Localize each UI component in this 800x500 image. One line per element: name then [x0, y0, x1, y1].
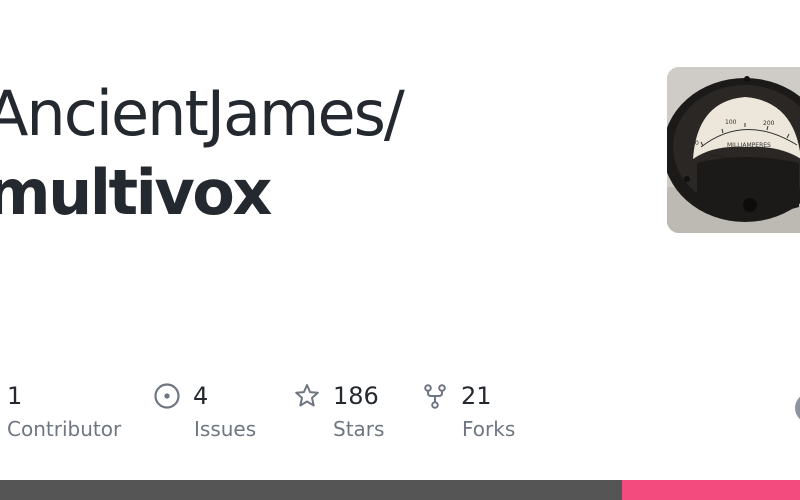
- svg-text:MILLIAMPERES: MILLIAMPERES: [727, 142, 771, 149]
- stars-count: 186: [333, 382, 379, 410]
- stars-label: Stars: [333, 417, 385, 441]
- meter-avatar-image: 0 100 200 MILLIAMPERES: [667, 67, 800, 233]
- forks-label: Forks: [462, 417, 516, 441]
- svg-text:100: 100: [725, 119, 737, 126]
- svg-text:200: 200: [763, 120, 775, 127]
- language-bar-segment: [621, 480, 800, 500]
- language-bar-segment: [0, 480, 622, 500]
- stat-contributors[interactable]: 1 Contributor: [7, 379, 121, 444]
- contributors-count: 1: [7, 382, 23, 410]
- star-icon: [293, 382, 321, 410]
- stat-stars[interactable]: 186 Stars: [293, 379, 384, 444]
- issue-icon: [153, 382, 181, 410]
- fork-icon: [421, 382, 449, 410]
- repo-name[interactable]: multivox: [0, 155, 272, 231]
- partial-avatar-circle: [795, 393, 800, 423]
- contributors-label: Contributor: [7, 417, 122, 441]
- issues-count: 4: [193, 382, 209, 410]
- language-bar: [0, 480, 800, 500]
- forks-count: 21: [461, 382, 492, 410]
- stat-forks[interactable]: 21 Forks: [421, 379, 515, 444]
- svg-text:0: 0: [695, 140, 699, 147]
- owner-avatar[interactable]: 0 100 200 MILLIAMPERES: [667, 67, 800, 233]
- issues-label: Issues: [194, 417, 257, 441]
- stat-issues[interactable]: 4 Issues: [153, 379, 256, 444]
- repo-owner[interactable]: AncientJames/: [0, 76, 405, 152]
- repo-social-card: AncientJames/ multivox 0 100 200 MILLIAM…: [0, 0, 800, 500]
